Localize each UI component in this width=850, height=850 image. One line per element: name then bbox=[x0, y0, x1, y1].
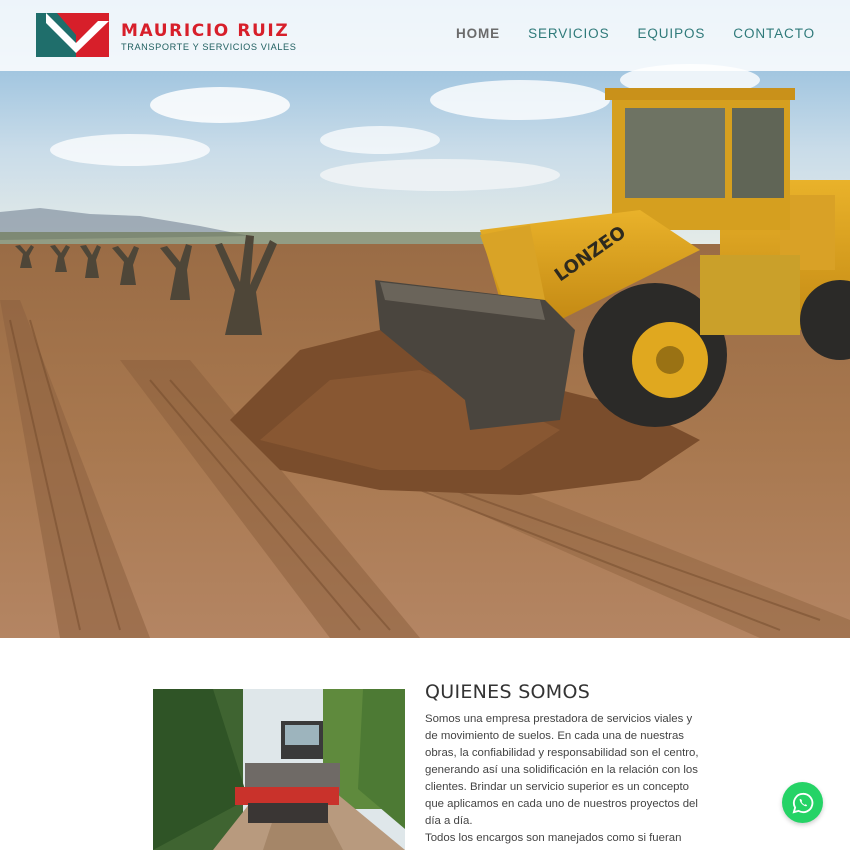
about-title: QUIENES SOMOS bbox=[425, 681, 591, 703]
hero-image: LONZEO bbox=[0, 0, 850, 638]
brand-name: MAURICIO RUIZ bbox=[121, 20, 290, 41]
logo-mark-icon bbox=[36, 13, 109, 57]
main-nav: HOME SERVICIOS EQUIPOS CONTACTO bbox=[456, 26, 815, 41]
about-body: Somos una empresa prestadora de servicio… bbox=[425, 711, 700, 847]
about-paragraph: Somos una empresa prestadora de servicio… bbox=[425, 713, 699, 827]
nav-servicios[interactable]: SERVICIOS bbox=[528, 26, 609, 41]
about-photo bbox=[153, 689, 405, 850]
brand-tagline: TRANSPORTE Y SERVICIOS VIALES bbox=[121, 41, 297, 52]
logo[interactable]: MAURICIO RUIZ TRANSPORTE Y SERVICIOS VIA… bbox=[36, 13, 297, 57]
nav-equipos[interactable]: EQUIPOS bbox=[637, 26, 705, 41]
about-paragraph: Todos los encargos son manejados como si… bbox=[425, 832, 682, 844]
nav-home[interactable]: HOME bbox=[456, 26, 500, 41]
whatsapp-button[interactable] bbox=[782, 782, 823, 823]
whatsapp-icon bbox=[792, 792, 813, 813]
about-text: QUIENES SOMOS Somos una empresa prestado… bbox=[425, 681, 700, 847]
nav-contacto[interactable]: CONTACTO bbox=[733, 26, 815, 41]
site-header: MAURICIO RUIZ TRANSPORTE Y SERVICIOS VIA… bbox=[0, 0, 850, 71]
